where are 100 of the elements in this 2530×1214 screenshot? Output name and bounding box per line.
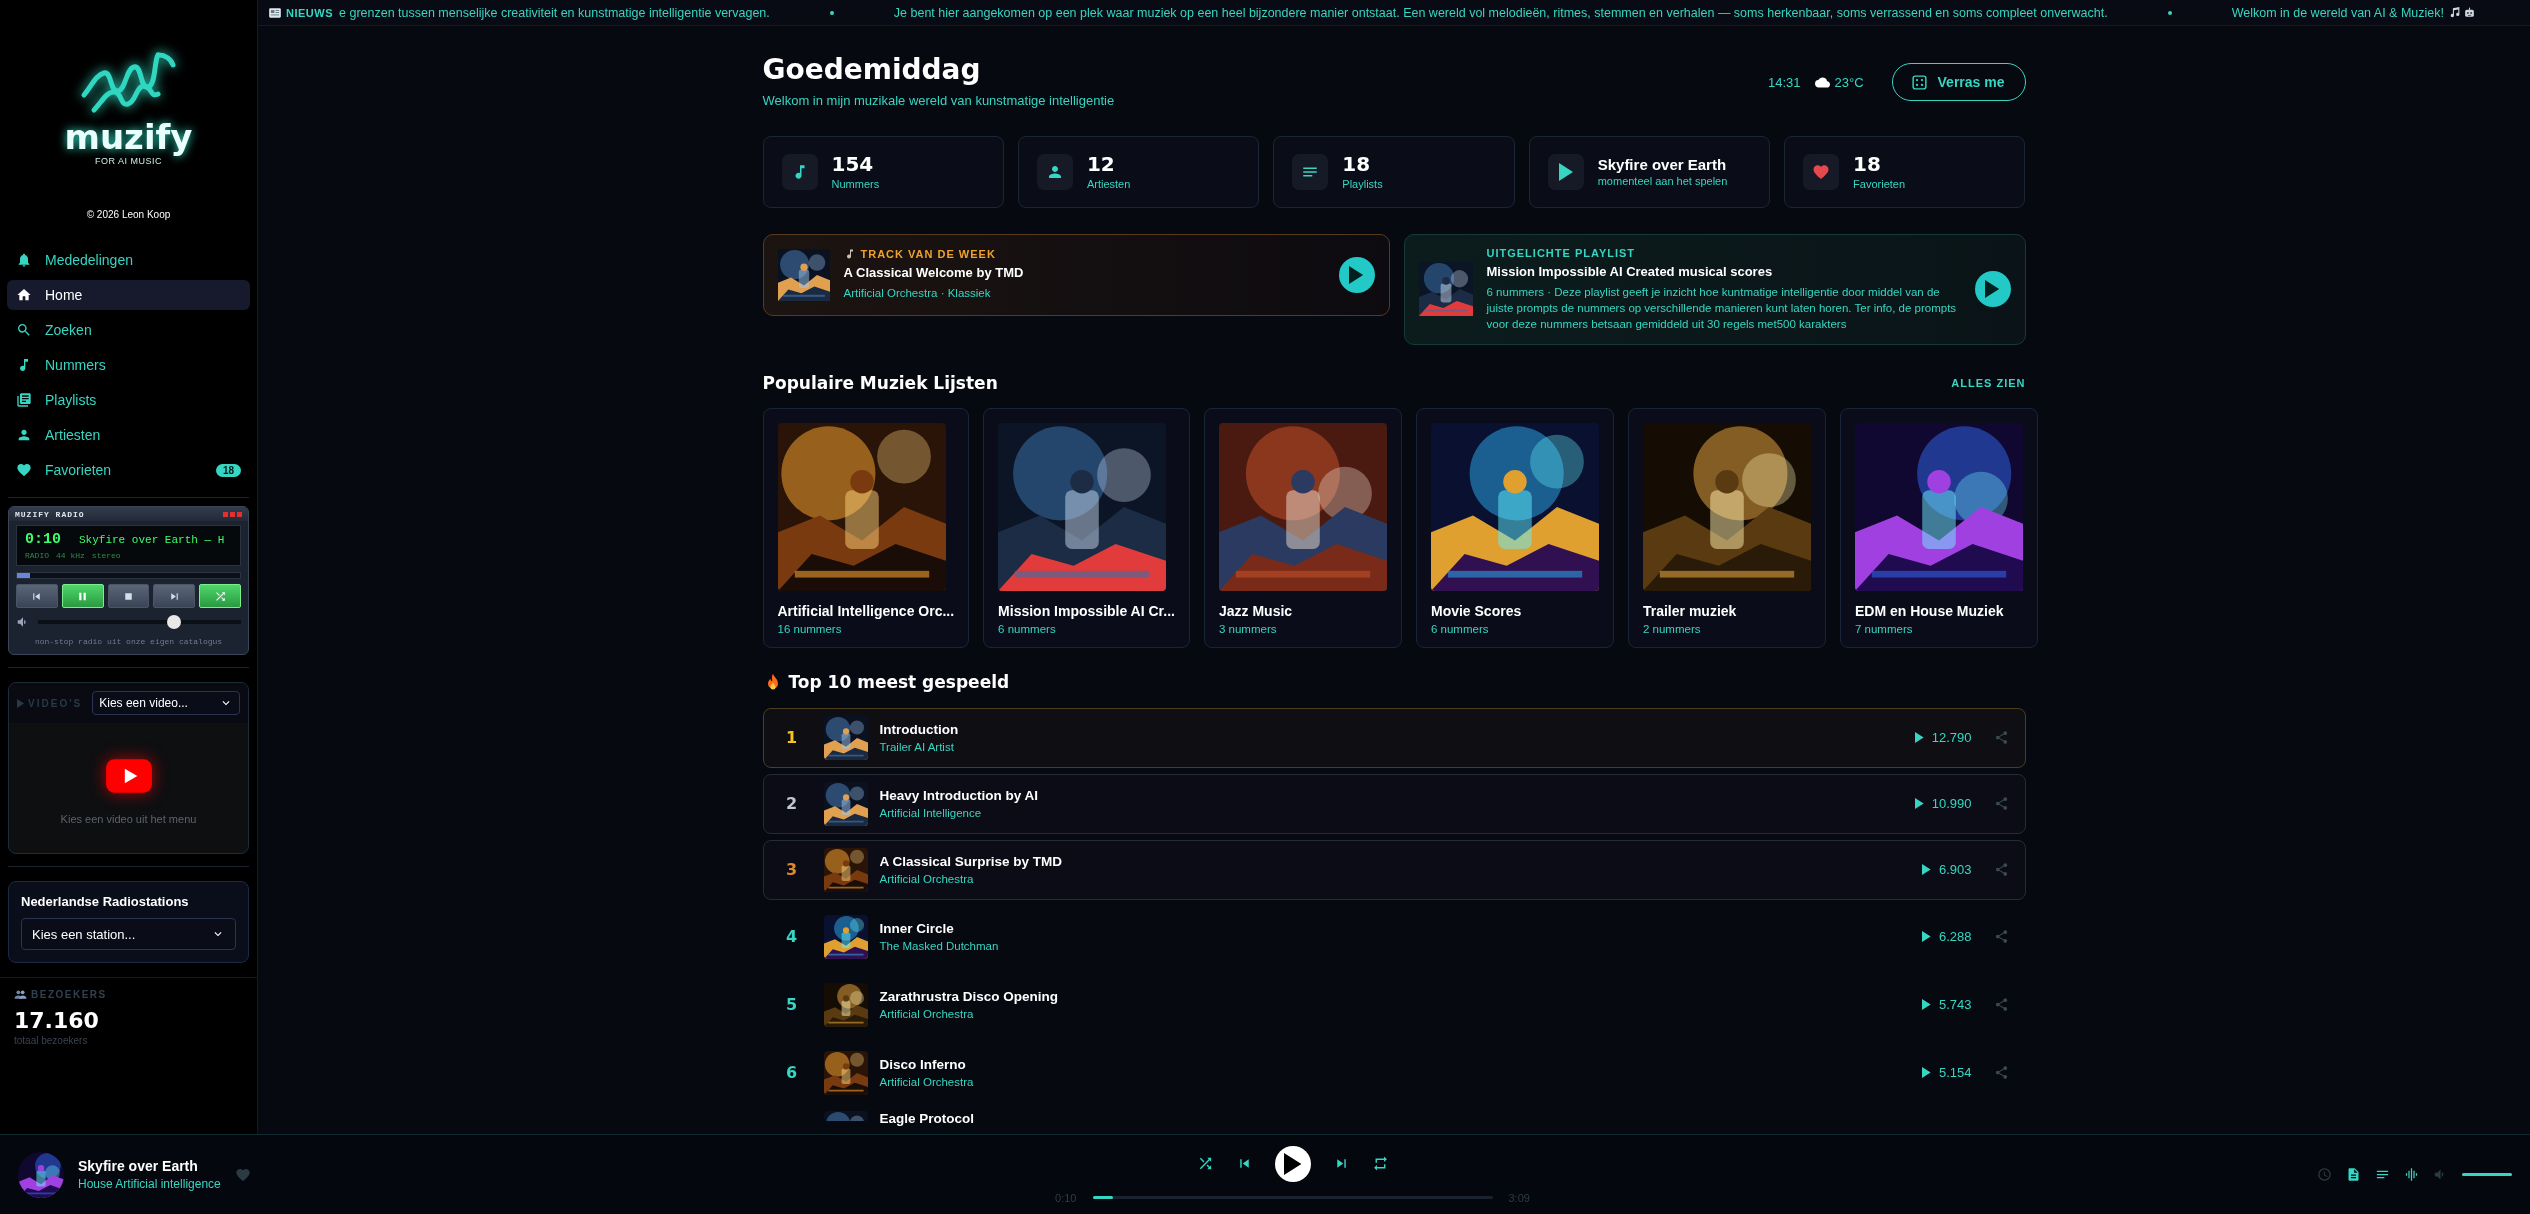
track-artist: Artificial Orchestra — [879, 873, 975, 886]
video-select[interactable]: Kies een video... — [92, 691, 240, 715]
stat-value: 18 — [1342, 153, 1372, 177]
logo-text: muzify — [64, 120, 193, 154]
video-hint: Kies een video uit het menu — [60, 813, 197, 825]
progress-bar[interactable] — [1092, 1196, 1493, 1199]
track-artist: Artificial Orchestra — [879, 1008, 975, 1021]
track-row[interactable]: 6 Disco Inferno Artificial Orchestra 5.154 — [762, 1041, 2026, 1104]
playlist-card[interactable]: Trailer muziek 2 nummers — [1627, 407, 1826, 648]
next-button[interactable] — [153, 584, 196, 608]
play-button[interactable] — [1338, 256, 1375, 293]
playlist-card[interactable]: EDM en House Muziek 7 nummers — [1839, 407, 2038, 648]
radio-track: Skyfire over Earth — H — [79, 534, 225, 546]
play-icon — [17, 698, 25, 708]
station-select[interactable]: Kies een station... — [21, 918, 236, 950]
heart-icon — [16, 462, 32, 478]
play-count: 10.990 — [1931, 796, 1972, 812]
pause-button[interactable] — [61, 584, 104, 608]
track-row[interactable]: 4 Inner Circle The Masked Dutchman 6.288 — [762, 905, 2026, 968]
repeat-icon — [1371, 1155, 1389, 1172]
featured-label: UITGELICHTE PLAYLIST — [1486, 246, 1636, 259]
bell-icon — [16, 252, 32, 268]
sidebar-item[interactable]: Nummers — [7, 350, 250, 380]
track-title: Inner Circle — [879, 921, 955, 937]
news-text: Je bent hier aangekomen op een plek waar muziek op een heel bijzondere manier ontstaat. Een wereld vol melodieën, ritmes, stemmen en verhalen — soms herkenbaar, soms verrassend en soms compleet onverwacht. — [893, 5, 2108, 20]
track-artist: Artificial Intelligence — [879, 807, 983, 820]
section-title: Top 10 meest gespeeld — [788, 671, 1010, 692]
featured-subtitle: Artificial Orchestra · Klassiek — [843, 286, 992, 302]
play-icon — [1283, 1152, 1302, 1175]
play-icon — [1349, 265, 1364, 284]
visitor-count: 17.160 — [14, 1008, 100, 1033]
stat-value: 154 — [831, 153, 875, 177]
play-button[interactable] — [1274, 1145, 1311, 1182]
track-title: Eagle Protocol — [879, 1110, 976, 1126]
visitors-caption: totaal bezoekers — [14, 1035, 89, 1046]
logo-tagline: FOR AI MUSIC — [95, 156, 162, 166]
volume-slider[interactable] — [2462, 1173, 2512, 1176]
play-icon — [1922, 931, 1931, 943]
visitors-label: BEZOEKERS — [31, 989, 107, 1000]
sidebar-item[interactable]: Home — [7, 280, 250, 310]
search-icon — [16, 322, 32, 338]
greeting-subtitle: Welkom in mijn muzikale wereld van kunstmatige intelligentie — [762, 92, 1115, 108]
sidebar-item[interactable]: Mededelingen — [7, 245, 250, 275]
play-icon — [1915, 732, 1924, 744]
track-row[interactable]: 3 A Classical Surprise by TMD Artificial Orchestra 6.903 — [762, 839, 2026, 900]
rank-number: 3 — [784, 860, 799, 880]
radio-title: MUZIFY RADIO — [15, 509, 85, 519]
heart-icon — [1812, 162, 1831, 181]
rank-number: 5 — [784, 995, 799, 1015]
eq-icon — [2404, 1167, 2419, 1182]
track-count: 3 nummers — [1218, 622, 1278, 635]
track-row[interactable]: 1 Introduction Trailer AI Artist 12.790 — [762, 707, 2026, 768]
equalizer-button[interactable] — [2404, 1167, 2419, 1182]
track-count: 6 nummers — [998, 622, 1057, 635]
play-count: 6.903 — [1938, 862, 1972, 878]
track-title: Zarathrustra Disco Opening — [879, 989, 1060, 1005]
slider-thumb[interactable] — [166, 615, 181, 629]
play-count: 5.743 — [1938, 997, 1972, 1013]
track-count: 2 nummers — [1642, 622, 1702, 635]
radio-time: 0:10 — [25, 531, 61, 548]
stat-label: Favorieten — [1853, 178, 1906, 191]
featured-title: Mission Impossible AI Created musical scores — [1486, 263, 1774, 279]
playlist-card[interactable]: Artificial Intelligence Orc... 16 nummers — [762, 407, 970, 648]
playlist-card[interactable]: Mission Impossible AI Cr... 6 nummers — [983, 407, 1190, 648]
sidebar-item[interactable]: Zoeken — [7, 315, 250, 345]
featured-description: 6 nummers · Deze playlist geeft je inzicht hoe kuntmatige intelligentie door middel van de juiste prompts de nummers op verschillende manieren kunt laten horen. Ter info, de prompts voor deze nummers betsaan gemiddeld uit 30 regels met500 karakters — [1486, 284, 1958, 332]
rank-number: 6 — [784, 1063, 799, 1083]
sidebar-item[interactable]: Playlists — [7, 385, 250, 415]
playlist-card[interactable]: Jazz Music 3 nummers — [1203, 407, 1402, 648]
playlist-name: Mission Impossible AI Cr... — [998, 602, 1175, 619]
radio-info: 44 kHz — [56, 551, 85, 560]
lyrics-button[interactable] — [2346, 1167, 2361, 1182]
rank-number: 2 — [784, 794, 799, 814]
radio-info: stereo — [91, 551, 121, 560]
sidebar-item[interactable]: Favorieten 18 — [7, 455, 250, 485]
track-row[interactable]: 2 Heavy Introduction by AI Artificial Intelligence 10.990 — [762, 773, 2026, 834]
track-title: Disco Inferno — [879, 1057, 967, 1073]
temperature-text: 23°C — [1834, 74, 1864, 90]
play-icon — [1558, 162, 1573, 181]
stat-label: Nummers — [831, 178, 880, 191]
sidebar-item[interactable]: Artiesten — [7, 420, 250, 450]
featured-title: A Classical Welcome by TMD — [843, 265, 1025, 281]
playlist-name: EDM en House Muziek — [1854, 602, 2005, 619]
repeat-button[interactable] — [1371, 1155, 1389, 1172]
greeting-title: Goedemiddag — [762, 53, 982, 87]
see-all-link[interactable]: ALLES ZIEN — [1951, 376, 2026, 389]
play-icon — [1922, 999, 1931, 1011]
track-artist: The Masked Dutchman — [879, 940, 1000, 953]
play-button[interactable] — [1974, 271, 2011, 308]
dice-icon — [1910, 73, 1928, 91]
track-row[interactable]: Eagle Protocol — [762, 1109, 2026, 1127]
news-label: NIEUWS — [286, 6, 333, 19]
track-row[interactable]: 5 Zarathrustra Disco Opening Artificial Orchestra 5.743 — [762, 973, 2026, 1036]
track-title: A Classical Surprise by TMD — [879, 854, 1064, 870]
play-count: 12.790 — [1931, 730, 1972, 746]
stop-button[interactable] — [107, 584, 150, 608]
playlist-card[interactable]: Movie Scores 6 nummers — [1415, 407, 1614, 648]
track-artist: Artificial Orchestra — [879, 1076, 975, 1089]
rank-number: 1 — [784, 728, 799, 748]
play-icon — [1922, 864, 1931, 876]
